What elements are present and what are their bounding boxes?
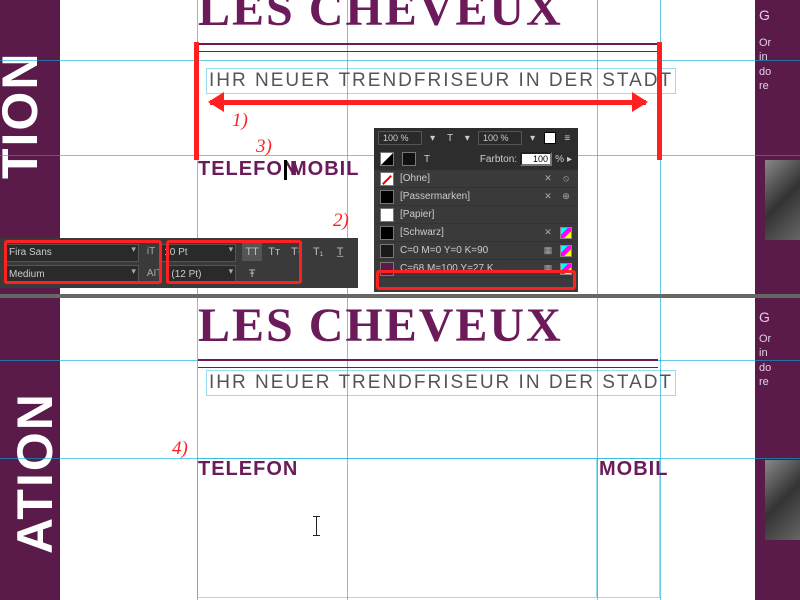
none-icon: ⦸ <box>560 173 572 185</box>
cant-edit-icon: ✕ <box>542 173 554 185</box>
red-bar-left <box>194 42 199 160</box>
registration-icon: ⊕ <box>560 191 572 203</box>
rule <box>198 367 658 368</box>
right-image-1 <box>765 160 800 240</box>
annotation-2: 2) <box>333 210 349 232</box>
zoom-field-1[interactable] <box>378 131 422 145</box>
chevron-down-icon[interactable]: ▾ <box>526 131 539 145</box>
pct-label: % <box>555 154 564 165</box>
text-frame-phone[interactable] <box>197 458 597 598</box>
swatches-proxy-row: T Farbton: % ▸ <box>374 148 578 170</box>
swatch-chip <box>380 244 394 258</box>
rule <box>198 51 658 52</box>
formatting-container-icon[interactable] <box>402 152 416 166</box>
page-bg-right: G Or in do re G Or in do re <box>755 0 800 600</box>
side-text-bottom: ATION <box>6 304 64 554</box>
annotation-3: 3) <box>256 136 272 158</box>
swatch-chip <box>380 190 394 204</box>
swatch-row[interactable]: C=0 M=0 Y=0 K=90 ▦ <box>374 242 578 260</box>
swatch-name: [Schwarz] <box>400 227 536 238</box>
swatch-row[interactable]: [Papier] <box>374 206 578 224</box>
label-mobil-top[interactable]: MOBIL <box>290 158 359 180</box>
swatches-header: ▾ T ▾ ▾ ≡ <box>374 128 578 148</box>
red-highlight-font <box>4 240 162 284</box>
chevron-right-icon[interactable]: ▸ <box>567 154 572 165</box>
type-tool-icon: T <box>443 131 456 145</box>
zoom-field-2[interactable] <box>478 131 522 145</box>
red-highlight-swatch <box>376 270 576 290</box>
swatch-name: [Papier] <box>400 209 572 220</box>
rule <box>198 43 658 45</box>
subscript-button[interactable]: T₁ <box>308 243 328 261</box>
panel-menu-icon[interactable]: ≡ <box>561 131 574 145</box>
swatches-list: [Ohne] ✕ ⦸ [Passermarken] ✕ ⊕ [Papier] [… <box>374 170 578 278</box>
fill-stroke-proxy[interactable] <box>380 152 394 166</box>
swatch-name: [Ohne] <box>400 173 536 184</box>
cmyk-icon <box>560 227 572 239</box>
underline-button[interactable]: T̲ <box>330 243 350 261</box>
swatches-panel: ▾ T ▾ ▾ ≡ T Farbton: % ▸ [Ohne] <box>374 128 578 292</box>
cant-edit-icon: ✕ <box>542 227 554 239</box>
doc-tagline-bottom[interactable]: IHR NEUER TRENDFRISEUR IN DER STADT <box>206 370 676 396</box>
right-text-1: Or in do re <box>755 30 800 99</box>
swatch-chip <box>380 172 394 186</box>
swatch-row[interactable]: [Ohne] ✕ ⦸ <box>374 170 578 188</box>
chevron-down-icon[interactable]: ▾ <box>461 131 474 145</box>
chevron-down-icon[interactable]: ▾ <box>426 131 439 145</box>
swatch-row[interactable]: [Schwarz] ✕ <box>374 224 578 242</box>
cant-edit-icon: ✕ <box>542 191 554 203</box>
rule <box>198 359 658 361</box>
annotation-4: 4) <box>172 438 188 460</box>
doc-title-top[interactable]: LES CHEVEUX <box>198 0 658 37</box>
side-text-top: TION <box>0 0 49 179</box>
right-image-2 <box>765 460 800 540</box>
tint-input[interactable] <box>520 152 552 166</box>
red-bar-right <box>657 42 662 160</box>
page-bg-left: TION ATION <box>0 0 60 600</box>
swatch-name: C=0 M=0 Y=0 K=90 <box>400 245 536 256</box>
indesign-canvas: TION ATION G Or in do re G Or in do re L… <box>0 0 800 600</box>
swatch-row[interactable]: [Passermarken] ✕ ⊕ <box>374 188 578 206</box>
text-frame-mobile[interactable] <box>597 458 660 598</box>
cmyk-icon <box>560 245 572 257</box>
right-text-g: G <box>755 0 800 30</box>
swatch-name: [Passermarken] <box>400 191 536 202</box>
text-caret <box>284 160 287 180</box>
red-arrow <box>210 100 646 105</box>
doc-tagline-top[interactable]: IHR NEUER TRENDFRISEUR IN DER STADT <box>206 68 676 94</box>
tint-label: Farbton: <box>480 154 517 165</box>
red-highlight-size <box>166 240 302 284</box>
swatch-chip <box>380 208 394 222</box>
process-icon: ▦ <box>542 245 554 257</box>
doc-title-bottom[interactable]: LES CHEVEUX <box>198 298 658 353</box>
guide-horizontal[interactable] <box>0 60 800 61</box>
fill-proxy-icon[interactable] <box>543 131 556 145</box>
annotation-1: 1) <box>232 110 248 132</box>
swatch-chip <box>380 226 394 240</box>
type-proxy-icon[interactable]: T <box>424 154 430 165</box>
